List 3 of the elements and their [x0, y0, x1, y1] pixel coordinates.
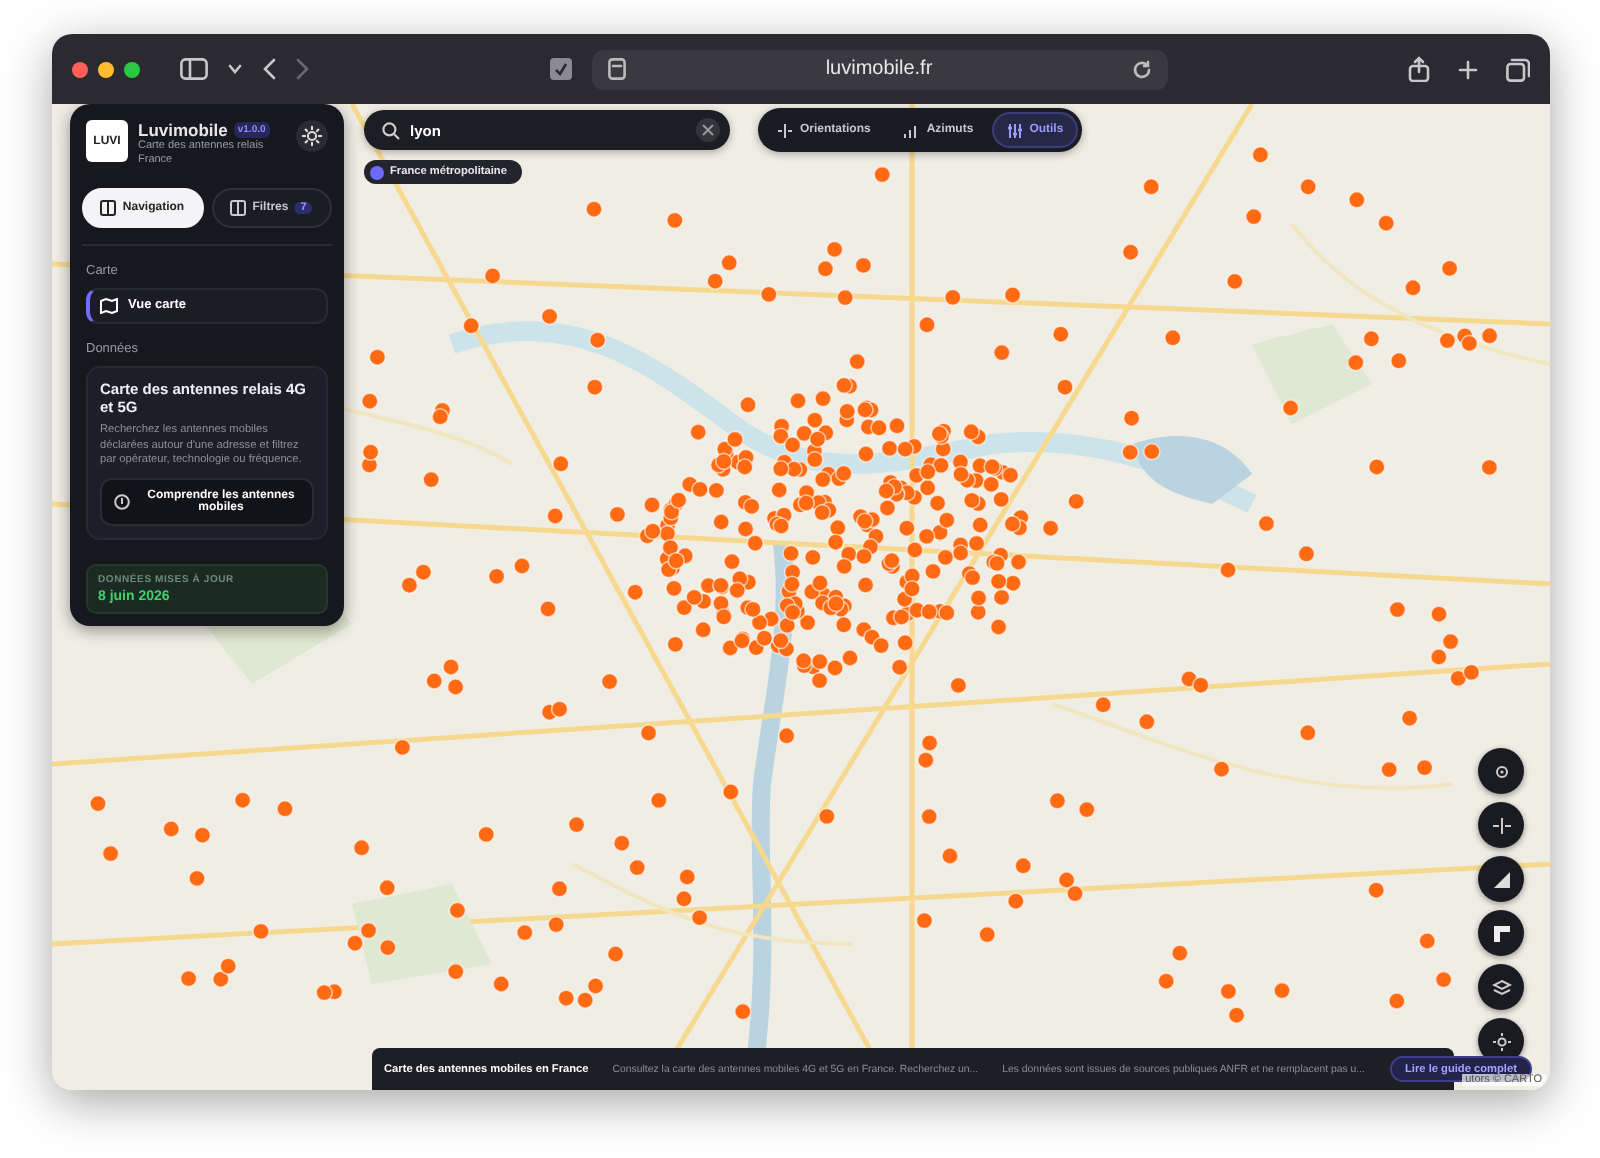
- address-bar[interactable]: luvimobile.fr: [592, 49, 1168, 89]
- app-name: Luvimobile: [138, 120, 228, 140]
- url-text: luvimobile.fr: [823, 58, 935, 80]
